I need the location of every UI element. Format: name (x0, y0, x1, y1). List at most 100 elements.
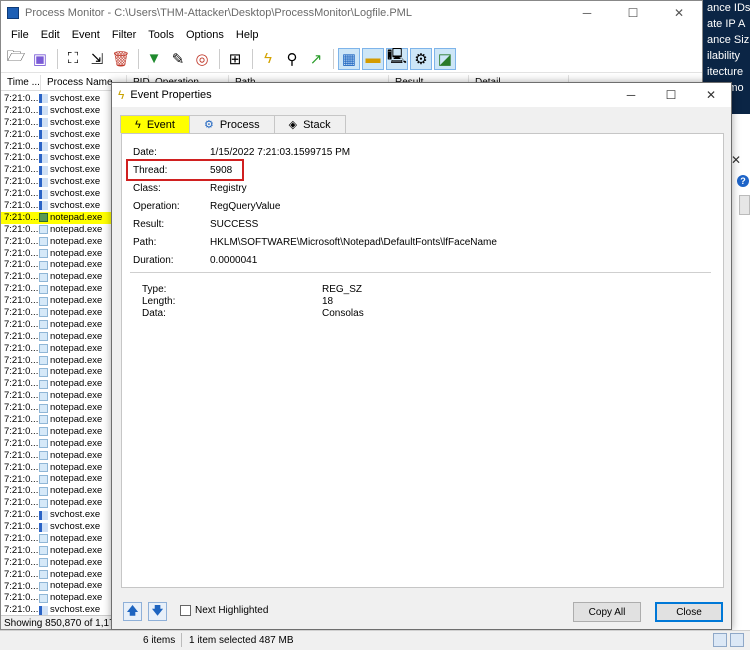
menu-help[interactable]: Help (230, 29, 265, 41)
menu-file[interactable]: File (5, 29, 35, 41)
notepad-icon (39, 415, 48, 425)
table-row[interactable]: 7:21:0... svchost.exe (1, 129, 119, 141)
table-row[interactable]: 7:21:0... notepad.exe (1, 236, 119, 248)
table-row[interactable]: 7:21:0... svchost.exe (1, 164, 119, 176)
filter-icon[interactable]: ▼ (143, 48, 165, 70)
row-process: notepad.exe (39, 271, 102, 283)
table-row[interactable]: 7:21:0... notepad.exe (1, 331, 119, 343)
tab-process[interactable]: ⚙ Process (188, 115, 275, 133)
menu-bar: File Edit Event Filter Tools Options Hel… (1, 25, 702, 45)
table-row[interactable]: 7:21:0... notepad.exe (1, 545, 119, 557)
menu-event[interactable]: Event (66, 29, 106, 41)
find-icon[interactable]: ⚲ (281, 48, 303, 70)
minimize-button[interactable]: ─ (611, 83, 651, 107)
table-row[interactable]: 7:21:0... notepad.exe (1, 462, 119, 474)
row-process-name: svchost.exe (50, 140, 101, 152)
menu-options[interactable]: Options (180, 29, 230, 41)
maximize-button[interactable]: ☐ (610, 1, 656, 25)
next-highlighted-checkbox[interactable] (180, 605, 191, 616)
table-row[interactable]: 7:21:0... notepad.exe (1, 402, 119, 414)
menu-edit[interactable]: Edit (35, 29, 66, 41)
table-row[interactable]: 7:21:0... notepad.exe (1, 569, 119, 581)
highlight-icon[interactable]: ◎ (191, 48, 213, 70)
table-row[interactable]: 7:21:0... notepad.exe (1, 414, 119, 426)
capture-icon[interactable]: ⛶ (62, 48, 84, 70)
save-icon[interactable]: ▣ (29, 48, 51, 70)
svchost-icon (39, 189, 48, 199)
table-row[interactable]: 7:21:0... notepad.exe (1, 295, 119, 307)
table-row[interactable]: 7:21:0... notepad.exe (1, 533, 119, 545)
table-row[interactable]: 7:21:0... notepad.exe (1, 307, 119, 319)
table-row[interactable]: 7:21:0... svchost.exe (1, 105, 119, 117)
close-icon[interactable]: ✕ (731, 153, 741, 167)
clear-icon[interactable]: 🗑 (110, 48, 132, 70)
row-process-name: notepad.exe (50, 271, 103, 283)
table-row[interactable]: 7:21:0... svchost.exe (1, 117, 119, 129)
copy-all-button[interactable]: Copy All (573, 602, 641, 622)
table-row[interactable]: 7:21:0... notepad.exe (1, 390, 119, 402)
table-row[interactable]: 7:21:0... svchost.exe (1, 176, 119, 188)
row-process-name: notepad.exe (50, 342, 103, 354)
table-row[interactable]: 7:21:0... notepad.exe (1, 248, 119, 260)
row-time: 7:21:0... (4, 342, 39, 354)
table-row[interactable]: 7:21:0... notepad.exe (1, 557, 119, 569)
file-activity-icon[interactable]: ▬ (362, 47, 384, 70)
profiling-activity-icon[interactable]: ◪ (434, 47, 456, 70)
autoscroll-icon[interactable]: ⇲ (86, 48, 108, 70)
table-row[interactable]: 7:21:0... svchost.exe (1, 188, 119, 200)
menu-tools[interactable]: Tools (142, 29, 180, 41)
table-row[interactable]: 7:21:0... svchost.exe (1, 509, 119, 521)
process-tree-icon[interactable]: ⊞ (224, 48, 246, 70)
large-icons-view-icon[interactable] (730, 633, 744, 647)
jump-to-icon[interactable]: ↗ (305, 48, 327, 70)
table-row[interactable]: 7:21:0... notepad.exe (1, 438, 119, 450)
open-folder-icon[interactable]: 🗁 (5, 48, 27, 70)
table-row[interactable]: 7:21:0... notepad.exe (1, 378, 119, 390)
table-row[interactable]: 7:21:0... notepad.exe (1, 283, 119, 295)
table-row[interactable]: 7:21:0... svchost.exe (1, 152, 119, 164)
row-process: svchost.exe (39, 129, 100, 141)
network-activity-icon[interactable]: 🖳 (386, 47, 408, 70)
tab-event[interactable]: ϟ Event (120, 115, 190, 133)
table-row[interactable]: 7:21:0... notepad.exe (1, 497, 119, 509)
table-row[interactable]: 7:21:0... notepad.exe (1, 426, 119, 438)
edit-filter-icon[interactable]: ✎ (167, 48, 189, 70)
process-activity-icon[interactable]: ⚙ (410, 47, 432, 70)
table-row[interactable]: 7:21:0... notepad.exe (1, 224, 119, 236)
row-time: 7:21:0... (4, 497, 39, 509)
table-row[interactable]: 7:21:0... svchost.exe (1, 141, 119, 153)
row-process-name: notepad.exe (50, 306, 103, 318)
table-row[interactable]: 7:21:0... notepad.exe (1, 450, 119, 462)
table-row[interactable]: 7:21:0... notepad.exe (1, 592, 119, 604)
table-row[interactable]: 7:21:0... notepad.exe (1, 319, 119, 331)
table-row[interactable]: 7:21:0... notepad.exe (1, 212, 119, 224)
table-row[interactable]: 7:21:0... notepad.exe (1, 271, 119, 283)
table-row[interactable]: 7:21:0... notepad.exe (1, 485, 119, 497)
table-row[interactable]: 7:21:0... notepad.exe (1, 580, 119, 593)
notepad-icon (39, 237, 48, 247)
table-row[interactable]: 7:21:0... notepad.exe (1, 355, 119, 367)
row-time: 7:21:0... (4, 330, 39, 342)
table-row[interactable]: 7:21:0... notepad.exe (1, 473, 119, 486)
column-time[interactable]: Time ... (1, 75, 41, 90)
table-row[interactable]: 7:21:0... svchost.exe (1, 200, 119, 212)
minimize-button[interactable]: ─ (564, 1, 610, 25)
scrollbar[interactable] (739, 195, 750, 215)
table-row[interactable]: 7:21:0... notepad.exe (1, 259, 119, 271)
maximize-button[interactable]: ☐ (651, 83, 691, 107)
registry-activity-icon[interactable]: ▦ (338, 47, 360, 70)
close-button[interactable]: ✕ (691, 83, 731, 107)
next-event-button[interactable]: 🡇 (148, 602, 167, 621)
help-icon[interactable]: ? (737, 175, 749, 187)
details-view-icon[interactable] (713, 633, 727, 647)
close-button[interactable]: ✕ (656, 1, 702, 25)
table-row[interactable]: 7:21:0... svchost.exe (1, 93, 119, 105)
table-row[interactable]: 7:21:0... svchost.exe (1, 521, 119, 533)
table-row[interactable]: 7:21:0... notepad.exe (1, 366, 119, 378)
previous-event-button[interactable]: 🡅 (123, 602, 142, 621)
event-properties-icon[interactable]: ϟ (257, 48, 279, 70)
menu-filter[interactable]: Filter (106, 29, 142, 41)
table-row[interactable]: 7:21:0... notepad.exe (1, 343, 119, 355)
tab-stack[interactable]: ◈ Stack (273, 115, 346, 133)
close-dialog-button[interactable]: Close (655, 602, 723, 622)
